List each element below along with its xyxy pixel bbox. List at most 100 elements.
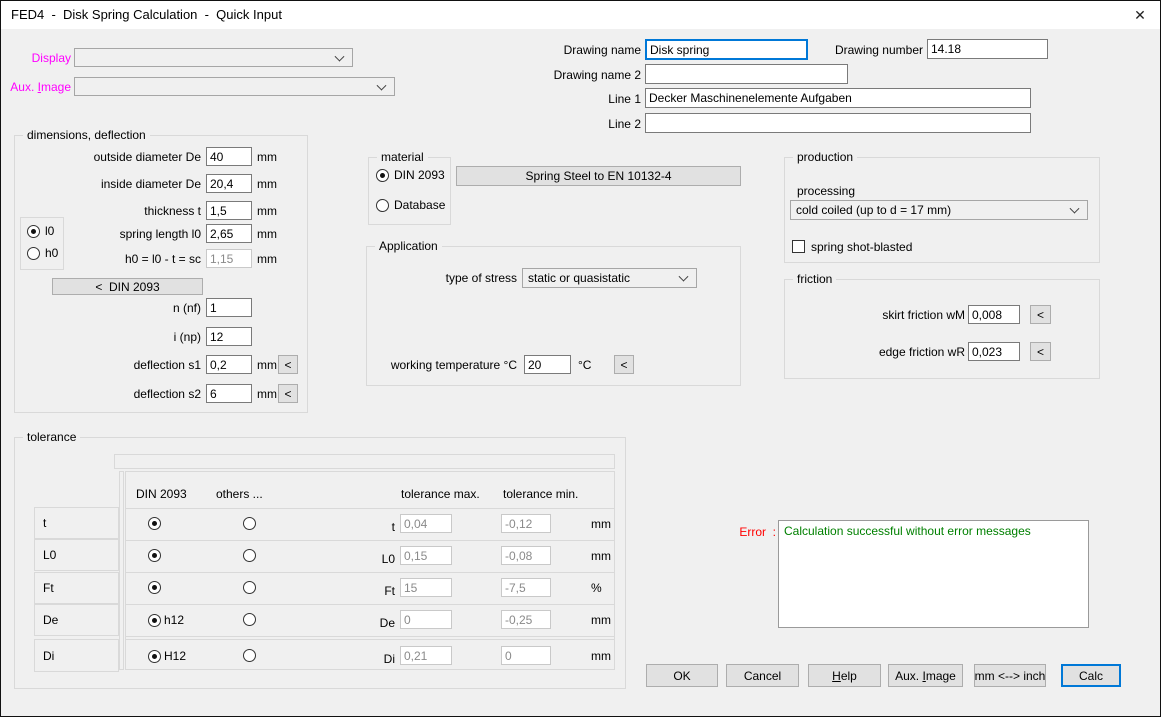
drawing-name2-input[interactable] (645, 64, 848, 84)
processing-value: cold coiled (up to d = 17 mm) (796, 203, 951, 217)
outside-diameter-label: outside diameter De (35, 150, 201, 164)
thickness-unit: mm (257, 204, 277, 218)
thickness-label: thickness t (35, 204, 201, 218)
line2-label: Line 2 (541, 117, 641, 131)
skirt-arrow-button[interactable]: < (1030, 305, 1051, 324)
aux-image-button[interactable]: Aux. Image (888, 664, 963, 687)
cancel-button[interactable]: Cancel (726, 664, 799, 687)
s2-arrow-button[interactable]: < (278, 384, 298, 403)
shot-blasted-checkbox[interactable] (792, 240, 805, 253)
chevron-down-icon (335, 51, 345, 61)
col-header-max: tolerance max. (401, 487, 480, 501)
tolerance-di-others-radio[interactable] (243, 649, 256, 662)
aux-image-select[interactable] (74, 77, 395, 96)
material-group-title: material (377, 150, 428, 165)
edge-friction-label: edge friction wR (825, 345, 965, 359)
outside-diameter-input[interactable] (206, 147, 252, 166)
deflection-s2-input[interactable] (206, 384, 252, 403)
drawing-name-input[interactable] (645, 39, 808, 60)
drawing-name-label: Drawing name (541, 43, 641, 57)
deflection-s1-unit: mm (257, 358, 277, 372)
chevron-down-icon (377, 80, 387, 90)
error-label: Error : (696, 525, 776, 539)
h0-unit: mm (257, 252, 277, 266)
tolerance-de-row-label: De (306, 616, 395, 630)
tolerance-ft-din-radio[interactable] (148, 581, 166, 594)
edge-arrow-button[interactable]: < (1030, 342, 1051, 361)
deflection-s2-label: deflection s2 (35, 387, 201, 401)
tolerance-de-others-radio[interactable] (243, 613, 256, 626)
display-select[interactable] (74, 48, 353, 67)
inside-diameter-unit: mm (257, 177, 277, 191)
display-label: Display (11, 51, 71, 65)
title-bar: FED4 - Disk Spring Calculation - Quick I… (1, 1, 1160, 29)
radio-dot (148, 650, 161, 663)
tolerance-t-others-radio[interactable] (243, 517, 256, 530)
line2-input[interactable] (645, 113, 1031, 133)
spring-length-unit: mm (257, 227, 277, 241)
spring-length-input[interactable] (206, 224, 252, 243)
s1-arrow-button[interactable]: < (278, 355, 298, 374)
tolerance-ft-others-radio[interactable] (243, 581, 256, 594)
l0-radio[interactable]: l0 (27, 224, 54, 238)
edge-friction-input[interactable] (968, 342, 1020, 361)
i-label: i (np) (35, 330, 201, 344)
tolerance-name-cell-di: Di (34, 639, 119, 672)
tolerance-l0-min-input (501, 546, 551, 565)
working-temperature-unit: °C (578, 358, 591, 372)
col-header-min: tolerance min. (503, 487, 578, 501)
n-input[interactable] (206, 298, 252, 317)
radio-dot (148, 517, 161, 530)
tolerance-l0-others-radio[interactable] (243, 549, 256, 562)
mm-inch-button[interactable]: mm <--> inch (974, 664, 1046, 687)
database-radio[interactable]: Database (376, 198, 445, 212)
tolerance-t-row-label: t (306, 520, 395, 534)
drawing-number-input[interactable] (927, 39, 1048, 59)
application-group: Application type of stress static or qua… (366, 246, 741, 386)
din-2093-button[interactable]: < DIN 2093 (52, 278, 203, 295)
i-input[interactable] (206, 327, 252, 346)
din-2093-radio-label: DIN 2093 (394, 168, 445, 182)
tolerance-name-cell-t: t (34, 507, 119, 539)
deflection-s1-input[interactable] (206, 355, 252, 374)
type-of-stress-select[interactable]: static or quasistatic (522, 268, 697, 288)
n-label: n (nf) (35, 301, 201, 315)
processing-select[interactable]: cold coiled (up to d = 17 mm) (790, 200, 1088, 220)
inside-diameter-input[interactable] (206, 174, 252, 193)
working-temperature-input[interactable] (524, 355, 571, 374)
tolerance-group-title: tolerance (23, 430, 80, 445)
tolerance-l0-row-label: L0 (306, 552, 395, 566)
tolerance-di-din-radio[interactable]: H12 (148, 649, 186, 663)
inside-diameter-label: inside diameter De (35, 177, 201, 191)
database-radio-label: Database (394, 198, 445, 212)
tolerance-de-min-input (501, 610, 551, 629)
radio-dot (243, 549, 256, 562)
skirt-friction-input[interactable] (968, 305, 1020, 324)
tolerance-name-cell-ft: Ft (34, 572, 119, 604)
deflection-s2-unit: mm (257, 387, 277, 401)
close-icon: ✕ (1134, 7, 1146, 24)
tolerance-t-din-radio[interactable] (148, 517, 166, 530)
line1-input[interactable] (645, 88, 1031, 108)
tolerance-l0-din-radio[interactable] (148, 549, 166, 562)
ok-button[interactable]: OK (646, 664, 718, 687)
tolerance-group: tolerance DIN 2093 others ... tolerance … (14, 437, 626, 689)
temperature-arrow-button[interactable]: < (614, 355, 634, 374)
calc-button[interactable]: Calc (1061, 664, 1121, 687)
h0-radio[interactable]: h0 (27, 246, 58, 260)
error-message: Calculation successful without error mes… (784, 524, 1031, 538)
tolerance-di-row-label: Di (306, 652, 395, 666)
radio-dot (376, 169, 389, 182)
close-button[interactable]: ✕ (1124, 1, 1156, 29)
col-header-din: DIN 2093 (136, 487, 187, 501)
deflection-s1-label: deflection s1 (35, 358, 201, 372)
thickness-input[interactable] (206, 201, 252, 220)
radio-dot (27, 225, 40, 238)
din-2093-radio[interactable]: DIN 2093 (376, 168, 445, 182)
length-mode-box: l0 h0 (20, 217, 64, 270)
processing-label: processing (797, 184, 855, 198)
material-select-button[interactable]: Spring Steel to EN 10132-4 (456, 166, 741, 186)
tolerance-de-din-radio[interactable]: h12 (148, 613, 184, 627)
help-button[interactable]: Help (808, 664, 881, 687)
shot-blasted-label: spring shot-blasted (811, 240, 912, 254)
